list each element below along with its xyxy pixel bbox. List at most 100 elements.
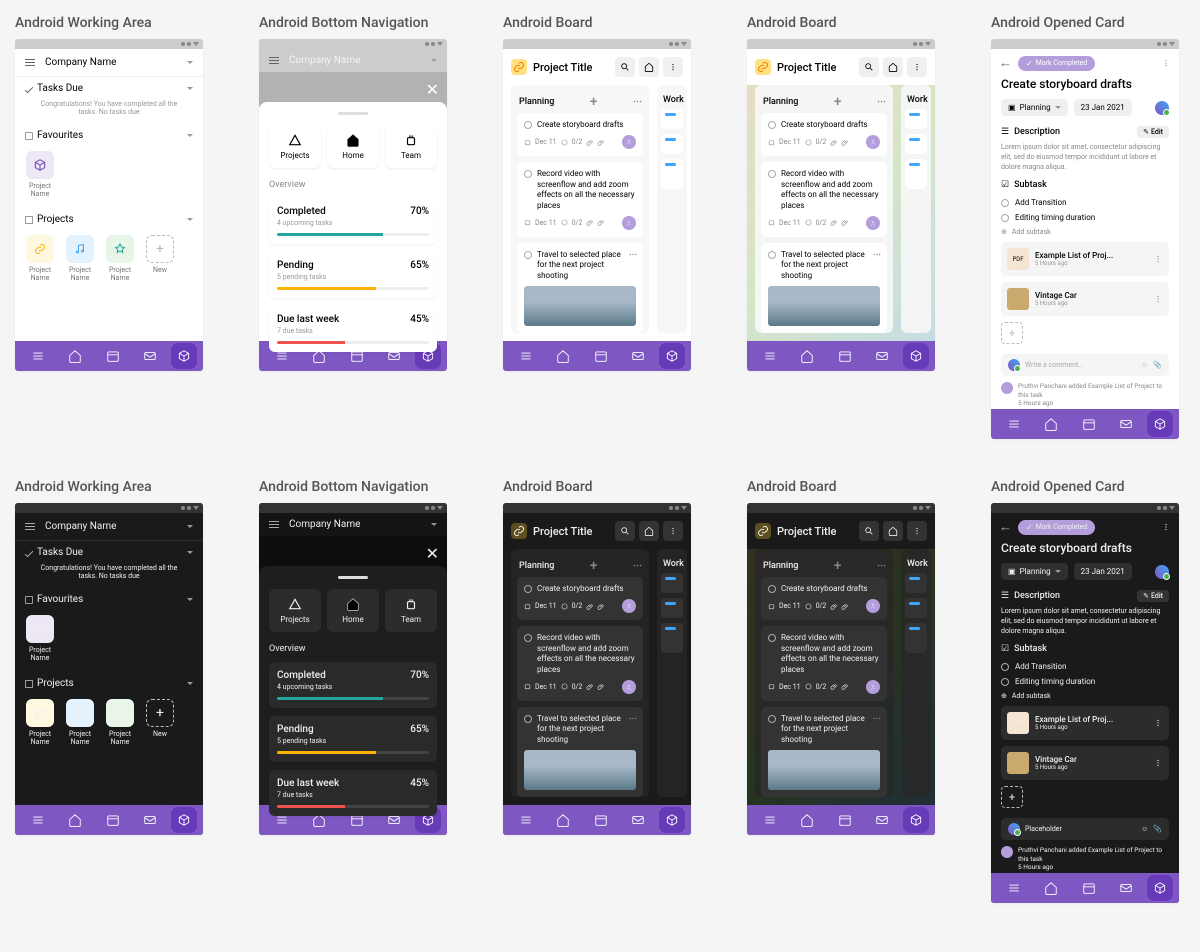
edit-button[interactable]: ✎Edit [1137,590,1169,602]
attachment-item[interactable]: PDF Example List of Proj...5 Hours ago [1001,242,1169,276]
nav-calendar[interactable] [96,813,130,827]
tab-projects[interactable]: Projects [269,125,321,168]
nav-home[interactable] [1035,881,1069,895]
home-button[interactable] [639,521,659,541]
task-card[interactable]: Record video with screenflow and add zoo… [761,626,887,701]
peek-card[interactable] [661,159,683,189]
nav-home[interactable] [59,813,93,827]
assignee-avatar[interactable] [866,599,880,613]
project-tile[interactable]: Project Name [65,235,95,282]
nav-calendar[interactable] [1072,881,1106,895]
task-card[interactable]: Create storyboard drafts Dec 110/2 [761,113,887,156]
project-tile[interactable]: Project Name [105,699,135,746]
task-radio[interactable] [524,121,532,129]
subtask-item[interactable]: Add Transition [1001,195,1169,210]
task-radio[interactable] [524,585,532,593]
nav-calendar[interactable] [828,813,862,827]
tasks-due-section[interactable]: Tasks Due [15,541,203,564]
home-button[interactable] [883,57,903,77]
nav-menu[interactable] [21,349,55,363]
comment-input[interactable]: Placeholder ☺📎 [1001,818,1169,840]
nav-calendar[interactable] [828,349,862,363]
task-radio[interactable] [524,715,532,723]
add-card-button[interactable]: + [834,95,842,109]
company-header[interactable]: Company Name [15,49,203,77]
column-more-button[interactable]: ⋯ [877,561,885,571]
nav-mail[interactable] [1110,881,1144,895]
add-attachment-button[interactable]: + [1001,322,1023,344]
nav-projects-active[interactable] [659,343,685,369]
company-header[interactable]: Company Name [15,513,203,541]
assignee-avatar[interactable] [1155,565,1169,579]
task-card[interactable]: Create storyboard drafts Dec 110/2 [517,113,643,156]
nav-projects-active[interactable] [171,807,197,833]
nav-projects-active[interactable] [1147,875,1173,901]
nav-home[interactable] [791,813,825,827]
edit-button[interactable]: ✎Edit [1137,126,1169,138]
add-card-button[interactable]: + [590,559,598,573]
card-more-icon[interactable]: ⋯ [629,714,636,724]
peek-card[interactable] [905,109,927,129]
card-more-icon[interactable]: ⋯ [629,250,636,260]
subtask-radio[interactable] [1001,199,1009,207]
peek-card[interactable] [905,598,927,618]
comment-input[interactable]: Write a comment... ☺📎 [1001,354,1169,376]
task-radio[interactable] [524,251,532,259]
stat-card[interactable]: Completed70% 4 upcoming tasks [269,198,437,244]
assignee-avatar[interactable] [622,599,636,613]
add-subtask-button[interactable]: ⊕Add subtask [1001,692,1169,700]
project-tile[interactable]: Project Name [25,699,55,746]
status-pill[interactable]: ▣Planning [1001,99,1068,116]
project-tile[interactable]: Project Name [65,699,95,746]
peek-card[interactable] [661,598,683,618]
project-tile[interactable]: Project Name [105,235,135,282]
task-card[interactable]: Travel to selected place for the next pr… [517,707,643,797]
projects-section[interactable]: Projects [15,208,203,231]
home-button[interactable] [639,57,659,77]
nav-calendar[interactable] [584,813,618,827]
subtask-item[interactable]: Editing timing duration [1001,210,1169,225]
nav-mail[interactable] [622,813,656,827]
nav-mail[interactable] [866,813,900,827]
nav-projects-active[interactable] [659,807,685,833]
close-button[interactable]: ✕ [426,80,439,99]
add-attachment-button[interactable]: + [1001,786,1023,808]
emoji-icon[interactable]: ☺ [1141,825,1148,833]
attachment-item[interactable]: PDF Example List of Proj...5 Hours ago [1001,706,1169,740]
tab-team[interactable]: Team [385,125,437,168]
nav-projects-active[interactable] [1147,411,1173,437]
task-card[interactable]: Record video with screenflow and add zoo… [761,162,887,237]
stat-card[interactable]: Pending65% 5 pending tasks [269,252,437,298]
date-pill[interactable]: 23 Jan 2021 [1074,563,1132,580]
attachment-item[interactable]: Vintage Car5 Hours ago [1001,282,1169,316]
search-button[interactable] [615,57,635,77]
nav-menu[interactable] [997,881,1031,895]
column-more-button[interactable]: ⋯ [877,97,885,107]
search-button[interactable] [615,521,635,541]
attachment-more-icon[interactable] [1153,718,1163,728]
more-button[interactable] [907,521,927,541]
project-tile[interactable]: Project Name [25,235,55,282]
more-button[interactable] [663,57,683,77]
tab-team[interactable]: Team [385,589,437,632]
task-radio[interactable] [768,170,776,178]
status-pill[interactable]: ▣Planning [1001,563,1068,580]
nav-home[interactable] [547,349,581,363]
stat-card[interactable]: Completed70% 4 upcoming tasks [269,662,437,708]
new-project[interactable]: +New [145,699,175,746]
tasks-due-section[interactable]: Tasks Due [15,77,203,100]
more-button[interactable] [907,57,927,77]
nav-home[interactable] [1035,417,1069,431]
tab-home[interactable]: Home [327,125,379,168]
subtask-item[interactable]: Add Transition [1001,659,1169,674]
assignee-avatar[interactable] [866,135,880,149]
task-card[interactable]: Travel to selected place for the next pr… [761,243,887,333]
nav-projects-active[interactable] [171,343,197,369]
projects-section[interactable]: Projects [15,672,203,695]
back-button[interactable]: ← [999,519,1012,535]
assignee-avatar[interactable] [866,216,880,230]
nav-menu[interactable] [509,813,543,827]
nav-projects-active[interactable] [903,807,929,833]
nav-mail[interactable] [134,349,168,363]
nav-home[interactable] [791,349,825,363]
